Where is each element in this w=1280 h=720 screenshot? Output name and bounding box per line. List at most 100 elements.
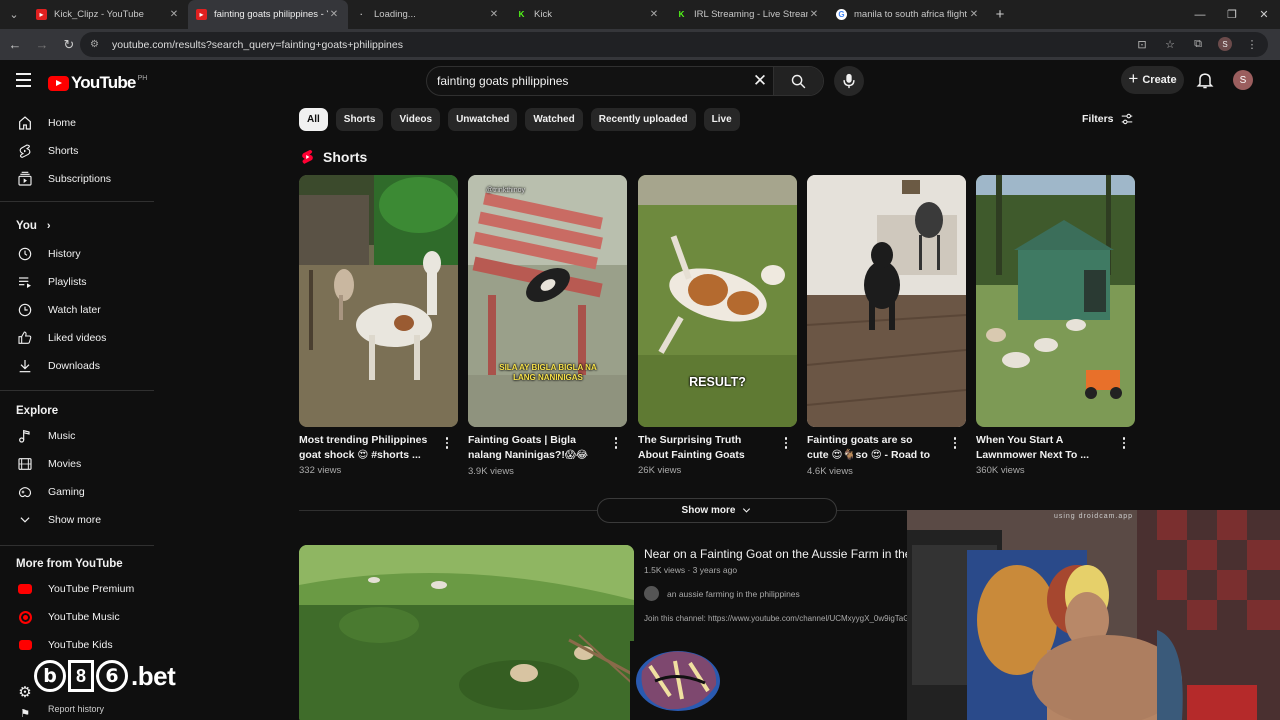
minimize-icon[interactable]: — <box>1184 0 1216 29</box>
sidebar-item-label: Downloads <box>48 360 100 372</box>
extensions-icon[interactable]: ⧉ <box>1190 36 1206 52</box>
sidebar-item-report-history[interactable]: ⚑ Report history <box>0 704 154 720</box>
more-from-youtube-heading: More from YouTube <box>16 558 123 570</box>
sidebar-item-youtube-kids[interactable]: YouTube Kids <box>0 631 154 659</box>
reload-icon[interactable]: ↻ <box>57 33 81 57</box>
shorts-show-more-button[interactable]: Show more <box>597 498 837 523</box>
more-actions-icon[interactable] <box>1119 437 1129 451</box>
browser-tab[interactable]: K IRL Streaming - Live Streams on Kick ✕ <box>668 0 828 29</box>
channel-name[interactable]: an aussie farming in the philippines <box>667 589 800 599</box>
short-thumbnail[interactable]: RESULT? <box>638 175 797 427</box>
back-icon[interactable]: ← <box>3 33 27 57</box>
chip-recently-uploaded[interactable]: Recently uploaded <box>590 108 696 131</box>
sidebar-item-home[interactable]: Home <box>0 109 154 137</box>
bookmark-star-icon[interactable]: ☆ <box>1162 36 1178 52</box>
hamburger-menu-icon[interactable] <box>16 73 32 87</box>
short-card[interactable]: Most trending Philippines goat shock 😍 #… <box>299 175 458 476</box>
search-button[interactable] <box>773 67 823 95</box>
sidebar-item-playlists[interactable]: Playlists <box>0 268 154 296</box>
clear-search-icon[interactable]: ✕ <box>747 71 773 91</box>
baby-goat-thumbnail-image <box>807 175 966 427</box>
sidebar-item-youtube-premium[interactable]: YouTube Premium <box>0 575 154 603</box>
forward-icon[interactable]: → <box>30 33 54 57</box>
sidebar-item-youtube-music[interactable]: YouTube Music <box>0 603 154 631</box>
channel-avatar[interactable] <box>644 586 659 601</box>
search-input[interactable]: fainting goats philippines <box>427 74 747 88</box>
loading-spinner-icon: · <box>360 10 363 19</box>
site-info-icon[interactable]: ⚙ <box>90 39 102 51</box>
short-card[interactable]: Fainting goats are so cute 😍🐐so 😍 - Road… <box>807 175 966 477</box>
more-actions-icon[interactable] <box>950 437 960 451</box>
browser-profile-icon[interactable]: S <box>1218 37 1232 51</box>
new-tab-button[interactable]: + <box>988 6 1012 23</box>
short-title[interactable]: When You Start A Lawnmower Next To ... <box>976 433 1106 463</box>
short-thumbnail[interactable] <box>299 175 458 427</box>
sidebar-item-history[interactable]: History <box>0 240 154 268</box>
sidebar-item-liked-videos[interactable]: Liked videos <box>0 324 154 352</box>
sidebar-item-gaming[interactable]: Gaming <box>0 478 154 506</box>
filters-button[interactable]: Filters <box>1082 112 1134 126</box>
sidebar-show-more[interactable]: Show more <box>0 506 154 534</box>
more-actions-icon[interactable] <box>781 437 791 451</box>
close-tab-icon[interactable]: ✕ <box>968 9 980 20</box>
short-title[interactable]: Fainting Goats | Bigla nalang Naninigas?… <box>468 433 598 464</box>
explore-heading: Explore <box>16 405 59 417</box>
video-thumbnail[interactable] <box>299 545 634 720</box>
sidebar-item-movies[interactable]: Movies <box>0 450 154 478</box>
close-tab-icon[interactable]: ✕ <box>328 9 340 20</box>
video-channel[interactable]: an aussie farming in the philippines <box>644 586 800 601</box>
chip-videos[interactable]: Videos <box>391 108 441 131</box>
close-tab-icon[interactable]: ✕ <box>488 9 500 20</box>
gaming-icon <box>16 483 34 501</box>
chip-watched[interactable]: Watched <box>525 108 583 131</box>
video-title[interactable]: Near on a Fainting Goat on the Aussie Fa… <box>644 547 908 561</box>
sidebar-you-heading[interactable]: You › <box>0 212 154 240</box>
chip-unwatched[interactable]: Unwatched <box>448 108 518 131</box>
close-tab-icon[interactable]: ✕ <box>648 9 660 20</box>
tab-search-button[interactable]: ⌄ <box>0 0 28 29</box>
short-card[interactable]: RESULT? The Surprising Truth About Faint… <box>638 175 797 476</box>
sidebar-item-watch-later[interactable]: Watch later <box>0 296 154 324</box>
browser-tab[interactable]: K Kick ✕ <box>508 0 668 29</box>
close-tab-icon[interactable]: ✕ <box>808 9 820 20</box>
sidebar-item-shorts[interactable]: Shorts <box>0 137 154 165</box>
sidebar-item-label: YouTube Music <box>48 611 120 623</box>
short-title[interactable]: Fainting goats are so cute 😍🐐so 😍 - Road… <box>807 433 937 464</box>
microphone-icon <box>843 73 855 89</box>
browser-tab[interactable]: G manila to south africa flight - Google… <box>828 0 988 29</box>
account-avatar[interactable]: S <box>1233 70 1253 90</box>
short-thumbnail[interactable]: @trinkthinoy SILA AY BIGLA BIGLA NA LANG… <box>468 175 627 427</box>
short-title[interactable]: Most trending Philippines goat shock 😍 #… <box>299 433 429 463</box>
create-button[interactable]: + Create <box>1121 66 1184 94</box>
url-text: youtube.com/results?search_query=faintin… <box>112 38 403 51</box>
short-card[interactable]: When You Start A Lawnmower Next To ... 3… <box>976 175 1135 476</box>
install-app-icon[interactable]: ⊡ <box>1134 36 1150 52</box>
short-card[interactable]: @trinkthinoy SILA AY BIGLA BIGLA NA LANG… <box>468 175 627 477</box>
chip-live[interactable]: Live <box>703 108 740 131</box>
restore-icon[interactable]: ❐ <box>1216 0 1248 29</box>
browser-tab-strip: ⌄ ▸ Kick_Clipz - YouTube ✕ ▸ fainting go… <box>0 0 1280 29</box>
sidebar-item-music[interactable]: Music <box>0 422 154 450</box>
short-title[interactable]: The Surprising Truth About Fainting Goat… <box>638 433 768 463</box>
more-actions-icon[interactable] <box>442 437 452 451</box>
address-bar[interactable]: ⚙ youtube.com/results?search_query=faint… <box>80 32 1268 57</box>
browser-tab-active[interactable]: ▸ fainting goats philippines - YouTube ✕ <box>188 0 348 29</box>
sidebar-item-subscriptions[interactable]: Subscriptions <box>0 165 154 193</box>
more-actions-icon[interactable] <box>611 437 621 451</box>
music-icon <box>16 427 34 445</box>
downloads-icon <box>16 357 34 375</box>
browser-tab[interactable]: ▸ Kick_Clipz - YouTube ✕ <box>28 0 188 29</box>
short-thumbnail[interactable] <box>807 175 966 427</box>
close-tab-icon[interactable]: ✕ <box>168 9 180 20</box>
browser-tab[interactable]: · Loading... ✕ <box>348 0 508 29</box>
browser-menu-icon[interactable]: ⋮ <box>1244 36 1260 52</box>
close-window-icon[interactable]: ✕ <box>1248 0 1280 29</box>
youtube-logo[interactable]: YouTube PH <box>48 73 147 93</box>
sidebar-item-downloads[interactable]: Downloads <box>0 352 154 380</box>
chip-all[interactable]: All <box>299 108 328 131</box>
voice-search-button[interactable] <box>834 66 864 96</box>
short-thumbnail[interactable] <box>976 175 1135 427</box>
notifications-bell-icon[interactable] <box>1195 70 1215 90</box>
youtube-favicon-icon: ▸ <box>196 9 207 20</box>
chip-shorts[interactable]: Shorts <box>335 108 384 131</box>
